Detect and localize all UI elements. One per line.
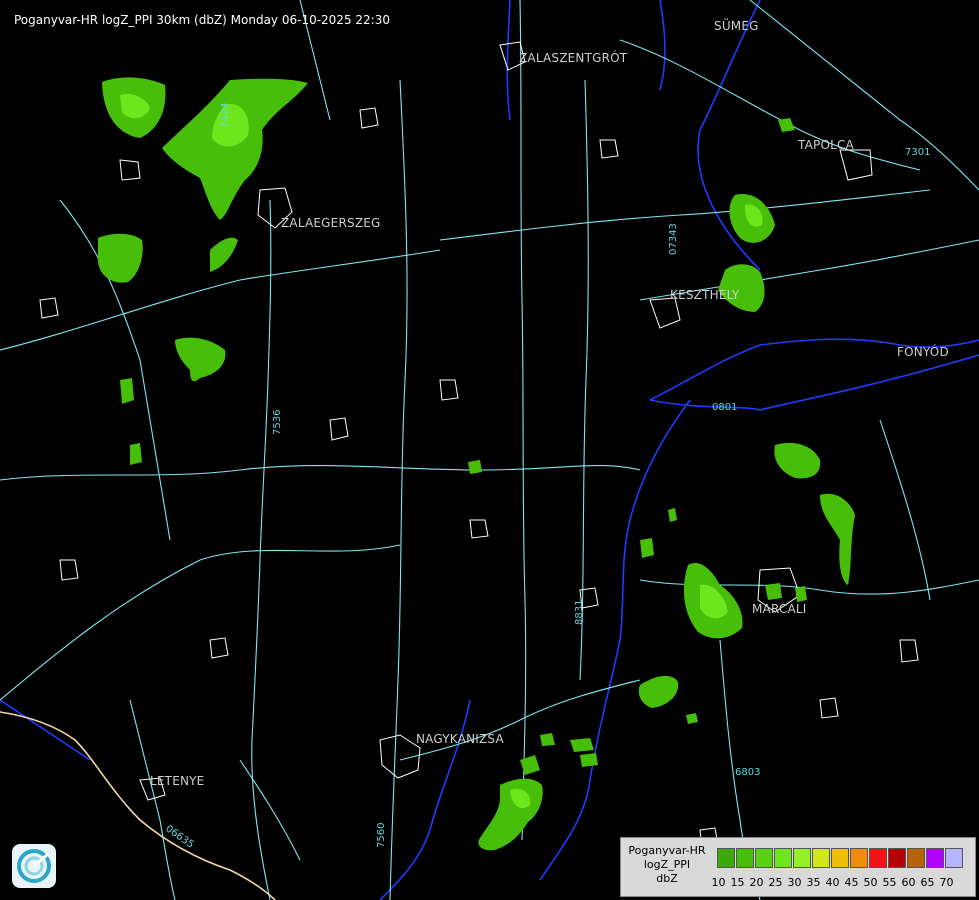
legend-product: logZ_PPI: [643, 858, 691, 871]
legend-level-label: 65: [920, 876, 935, 889]
svg-text:7536: 7536: [272, 410, 283, 435]
legend-labels: 10 15 20 25 30 35 40 45 50 55 60 65 70: [709, 876, 956, 889]
legend-level-label: 10: [711, 876, 726, 889]
legend-level-label: 35: [806, 876, 821, 889]
city-label-sumeg: SÜMEG: [714, 19, 759, 33]
legend-swatch: [888, 848, 906, 868]
city-label-marcali: MARCALI: [752, 602, 807, 616]
city-label-tapolca: TAPOLCA: [798, 138, 854, 152]
legend-level-label: 60: [901, 876, 916, 889]
svg-text:7424: 7424: [220, 103, 231, 128]
legend-swatch: [926, 848, 944, 868]
legend-source: Poganyvar-HR: [628, 844, 706, 857]
city-label-zalaszentgrot: ZALASZENTGRÓT: [519, 51, 628, 65]
legend-level-label: 15: [730, 876, 745, 889]
legend-swatch: [812, 848, 830, 868]
legend-level-label: 40: [825, 876, 840, 889]
svg-text:07343: 07343: [668, 223, 679, 255]
legend-level-label: 70: [939, 876, 954, 889]
legend-level-label: 25: [768, 876, 783, 889]
map-title: Poganyvar-HR logZ_PPI 30km (dbZ) Monday …: [14, 13, 390, 27]
legend-swatch: [717, 848, 735, 868]
city-label-letenye: LETENYE: [150, 774, 205, 788]
legend-level-label: 55: [882, 876, 897, 889]
legend-swatch: [755, 848, 773, 868]
city-label-nagykanizsa: NAGYKANIZSA: [416, 732, 504, 746]
city-label-keszthely: KESZTHELY: [670, 288, 740, 302]
city-label-zalaegerszeg: ZALAEGERSZEG: [281, 216, 381, 230]
svg-text:6803: 6803: [735, 767, 760, 778]
svg-text:7301: 7301: [905, 147, 930, 158]
legend-swatch: [945, 848, 963, 868]
legend-swatch: [869, 848, 887, 868]
svg-text:0801: 0801: [712, 402, 737, 413]
legend-level-label: 50: [863, 876, 878, 889]
svg-text:7560: 7560: [376, 823, 387, 848]
legend-swatch: [736, 848, 754, 868]
legend-unit: dbZ: [656, 872, 678, 885]
radar-logo-icon: [12, 844, 56, 888]
legend-swatches: [717, 848, 964, 868]
city-label-fonyod: FONYÓD: [897, 345, 949, 359]
legend-swatch: [850, 848, 868, 868]
legend-level-label: 30: [787, 876, 802, 889]
reflectivity-legend: Poganyvar-HR logZ_PPI dbZ 10 15 20 25 30 35 40…: [620, 837, 976, 897]
svg-text:8831: 8831: [574, 600, 585, 625]
legend-swatch: [774, 848, 792, 868]
legend-level-label: 45: [844, 876, 859, 889]
radar-map: 7424 7536 07343 8831 7560 6803 06635 730…: [0, 0, 979, 900]
legend-swatch: [793, 848, 811, 868]
legend-swatch: [831, 848, 849, 868]
legend-swatch: [907, 848, 925, 868]
legend-level-label: 20: [749, 876, 764, 889]
